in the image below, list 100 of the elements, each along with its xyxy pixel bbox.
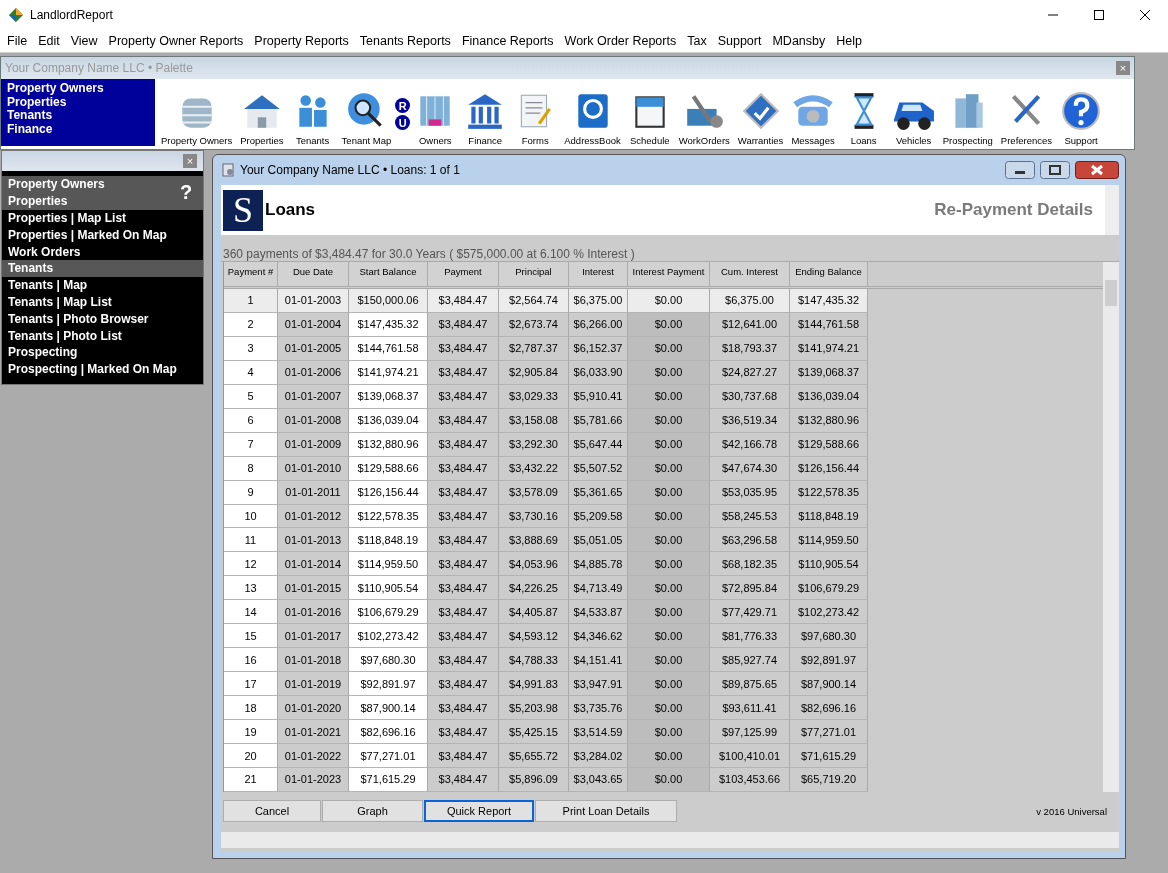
help-button[interactable]: ? — [169, 176, 203, 210]
table-row[interactable]: 13 01-01-2015 $110,905.54 $3,484.47 $4,226.25 $4,713.49 $0.00 $72,895.84 $106,679.29 — [224, 576, 1103, 601]
table-cell: $3,484.47 — [428, 504, 499, 529]
quick-link[interactable]: Property Owners — [7, 82, 155, 96]
table-row[interactable]: 11 01-01-2013 $118,848.19 $3,484.47 $3,888.69 $5,051.05 $0.00 $63,296.58 $114,959.50 — [224, 528, 1103, 553]
toolbar-button[interactable]: Support — [1056, 81, 1107, 149]
table-row[interactable]: 6 01-01-2008 $136,039.04 $3,484.47 $3,158.08 $5,781.66 $0.00 $36,519.34 $132,880.96 — [224, 408, 1103, 433]
table-cell: 01-01-2018 — [278, 648, 349, 673]
toolbar-button[interactable]: Warranties — [733, 81, 788, 149]
table-cell: 6 — [224, 408, 278, 433]
menu-item[interactable]: MDansby — [767, 34, 831, 48]
toolbar-button[interactable]: Property Owners — [157, 81, 237, 149]
table-row[interactable]: 15 01-01-2017 $102,273.42 $3,484.47 $4,593.12 $4,346.62 $0.00 $81,776.33 $97,680.30 — [224, 624, 1103, 649]
letter-badge[interactable]: U — [395, 115, 411, 130]
toolbar-button[interactable]: Properties — [236, 81, 288, 149]
table-row[interactable]: 14 01-01-2016 $106,679.29 $3,484.47 $4,405.87 $4,533.87 $0.00 $77,429.71 $102,273.42 — [224, 600, 1103, 625]
table-row[interactable]: 12 01-01-2014 $114,959.50 $3,484.47 $4,053.96 $4,885.78 $0.00 $68,182.35 $110,905.54 — [224, 552, 1103, 577]
table-row[interactable]: 8 01-01-2010 $129,588.66 $3,484.47 $3,432.22 $5,507.52 $0.00 $47,674.30 $126,156.44 — [224, 456, 1103, 481]
table-row[interactable]: 5 01-01-2007 $139,068.37 $3,484.47 $3,029.33 $5,910.41 $0.00 $30,737.68 $136,039.04 — [224, 384, 1103, 409]
column-header[interactable]: Payment — [428, 262, 499, 286]
menu-item[interactable]: Support — [712, 34, 767, 48]
action-button[interactable]: Quick Report — [424, 800, 534, 822]
toolbar-button[interactable]: Prospecting — [938, 81, 997, 149]
menu-item[interactable]: Tax — [682, 34, 712, 48]
close-button[interactable]: × — [1116, 61, 1130, 75]
nav-item[interactable]: Properties | Map List — [2, 209, 203, 227]
quick-link[interactable]: Properties — [7, 95, 155, 110]
menu-item[interactable]: Edit — [33, 34, 65, 48]
table-cell: $0.00 — [628, 360, 710, 385]
table-row[interactable]: 7 01-01-2009 $132,880.96 $3,484.47 $3,292.30 $5,647.44 $0.00 $42,166.78 $129,588.66 — [224, 432, 1103, 457]
menu-item[interactable]: Help — [831, 34, 867, 48]
close-button[interactable]: × — [183, 154, 197, 168]
action-button[interactable]: Graph — [322, 800, 423, 822]
toolbar-button[interactable]: Schedule — [624, 81, 675, 149]
table-row[interactable]: 19 01-01-2021 $82,696.16 $3,484.47 $5,425.15 $3,514.59 $0.00 $97,125.99 $77,271.01 — [224, 720, 1103, 745]
table-row[interactable]: 18 01-01-2020 $87,900.14 $3,484.47 $5,203.98 $3,735.76 $0.00 $93,611.41 $82,696.16 — [224, 696, 1103, 721]
minimize-button[interactable] — [1005, 161, 1035, 179]
toolbar-button[interactable]: Loans — [838, 81, 889, 149]
toolbar-button[interactable]: Owners — [410, 81, 461, 149]
menu-item[interactable]: Property Reports — [249, 34, 354, 48]
nav-item[interactable]: Work Orders — [2, 243, 203, 260]
toolbar-button[interactable]: Vehicles — [888, 81, 939, 149]
nav-item[interactable]: Property Owners — [2, 176, 169, 193]
quick-link[interactable]: Finance — [7, 122, 155, 137]
nav-item[interactable]: Tenants | Map — [2, 276, 203, 294]
column-header[interactable]: Interest Payment — [628, 262, 710, 286]
menu-item[interactable]: Finance Reports — [456, 34, 559, 48]
action-button[interactable]: Print Loan Details — [535, 800, 677, 822]
table-row[interactable]: 2 01-01-2004 $147,435.32 $3,484.47 $2,673.74 $6,266.00 $0.00 $12,641.00 $144,761.58 — [224, 312, 1103, 337]
nav-item[interactable]: Tenants | Photo List — [2, 327, 203, 344]
nav-item[interactable]: Prospecting — [2, 343, 203, 361]
nav-item[interactable]: Tenants | Map List — [2, 293, 203, 311]
table-row[interactable]: 21 01-01-2023 $71,615.29 $3,484.47 $5,896.09 $3,043.65 $0.00 $103,453.66 $65,719.20 — [224, 768, 1103, 792]
menu-item[interactable]: View — [65, 34, 103, 48]
table-row[interactable]: 16 01-01-2018 $97,680.30 $3,484.47 $4,788.33 $4,151.41 $0.00 $85,927.74 $92,891.97 — [224, 648, 1103, 673]
nav-item[interactable]: Properties | Marked On Map — [2, 226, 203, 244]
nav-item[interactable]: Tenants | Photo Browser — [2, 310, 203, 328]
menu-item[interactable]: File — [2, 34, 33, 48]
menu-item[interactable]: Work Order Reports — [559, 34, 682, 48]
toolbar-button[interactable]: WorkOrders — [674, 81, 734, 149]
table-row[interactable]: 10 01-01-2012 $122,578.35 $3,484.47 $3,730.16 $5,209.58 $0.00 $58,245.53 $118,848.19 — [224, 504, 1103, 529]
toolbar-button[interactable]: Finance — [460, 81, 511, 149]
column-header[interactable]: Payment # — [224, 262, 278, 286]
table-row[interactable]: 4 01-01-2006 $141,974.21 $3,484.47 $2,905.84 $6,033.90 $0.00 $24,827.27 $139,068.37 — [224, 360, 1103, 385]
toolbar-button[interactable]: Tenant Map — [337, 81, 396, 149]
letter-badge[interactable]: R — [395, 98, 411, 113]
table-cell: $3,484.47 — [428, 696, 499, 721]
table-row[interactable]: 9 01-01-2011 $126,156.44 $3,484.47 $3,578.09 $5,361.65 $0.00 $53,035.95 $122,578.35 — [224, 480, 1103, 505]
column-header[interactable]: Start Balance — [349, 262, 428, 286]
table-row[interactable]: 1 01-01-2003 $150,000.06 $3,484.47 $2,564.74 $6,375.00 $0.00 $6,375.00 $147,435.32 — [224, 288, 1103, 313]
table-cell: 01-01-2010 — [278, 456, 349, 481]
table-row[interactable]: 3 01-01-2005 $144,761.58 $3,484.47 $2,787.37 $6,152.37 $0.00 $18,793.37 $141,974.21 — [224, 336, 1103, 361]
table-cell: $5,361.65 — [569, 480, 628, 505]
quick-link[interactable]: Tenants — [7, 109, 155, 123]
scrollbar[interactable] — [1105, 185, 1119, 235]
column-header[interactable]: Interest — [569, 262, 628, 286]
toolbar-button[interactable]: Preferences — [996, 81, 1057, 149]
nav-item[interactable]: Tenants — [2, 260, 203, 277]
toolbar-button[interactable]: Messages — [787, 81, 839, 149]
menu-item[interactable]: Property Owner Reports — [103, 34, 249, 48]
scrollbar[interactable] — [221, 832, 1119, 848]
toolbar-button[interactable]: Tenants — [287, 81, 338, 149]
menu-item[interactable]: Tenants Reports — [354, 34, 456, 48]
close-button[interactable] — [1075, 161, 1119, 179]
column-header[interactable]: Due Date — [278, 262, 349, 286]
table-cell: 01-01-2013 — [278, 528, 349, 553]
table-cell: $122,578.35 — [790, 480, 868, 505]
action-button[interactable]: Cancel — [223, 800, 321, 822]
toolbar-button[interactable]: AddressBook — [560, 81, 625, 149]
column-header[interactable]: Cum. Interest — [710, 262, 790, 286]
table-row[interactable]: 20 01-01-2022 $77,271.01 $3,484.47 $5,655.72 $3,284.02 $0.00 $100,410.01 $71,615.29 — [224, 744, 1103, 768]
table-cell: $3,484.47 — [428, 672, 499, 697]
column-header[interactable]: Principal — [499, 262, 569, 286]
table-row[interactable]: 17 01-01-2019 $92,891.97 $3,484.47 $4,991.83 $3,947.91 $0.00 $89,875.65 $87,900.14 — [224, 672, 1103, 697]
scrollbar[interactable] — [1103, 262, 1119, 792]
column-header[interactable]: Ending Balance — [790, 262, 868, 286]
nav-item[interactable]: Prospecting | Marked On Map — [2, 360, 203, 378]
toolbar-button[interactable]: Forms — [510, 81, 561, 149]
restore-button[interactable] — [1040, 161, 1070, 179]
table-cell: $129,588.66 — [349, 456, 428, 481]
